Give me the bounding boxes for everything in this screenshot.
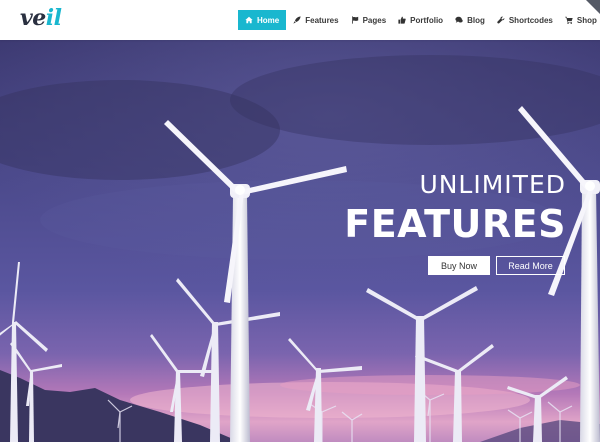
nav-item-portfolio[interactable]: Portfolio <box>392 10 449 30</box>
nav-item-pages[interactable]: Pages <box>345 10 393 30</box>
logo-text-accent: il <box>45 5 62 31</box>
flag-icon <box>351 16 359 24</box>
nav-label-blog: Blog <box>467 15 485 25</box>
main-nav: Home Features Pages Portfolio Blog Short… <box>238 10 600 30</box>
site-header: veil Home Features Pages Portfolio Blog … <box>0 0 600 40</box>
thumbs-up-icon <box>398 16 406 24</box>
nav-label-shop: Shop <box>576 15 597 25</box>
hero-title-line2: FEATURES <box>344 202 566 246</box>
corner-ribbon <box>586 0 600 14</box>
hero-buttons: Buy Now Read More <box>428 256 565 275</box>
rocket-icon <box>293 16 301 24</box>
nav-item-home[interactable]: Home <box>238 10 287 30</box>
hero-caption: UNLIMITED FEATURES <box>344 170 566 246</box>
cart-icon <box>565 16 573 24</box>
wrench-icon <box>497 16 505 24</box>
nav-label-pages: Pages <box>362 15 387 25</box>
nav-label-shortcodes: Shortcodes <box>508 15 553 25</box>
site-logo[interactable]: veil <box>20 5 62 31</box>
home-icon <box>245 16 253 24</box>
hero-title-line1: UNLIMITED <box>419 170 566 199</box>
nav-label-portfolio: Portfolio <box>410 15 444 25</box>
logo-text: ve <box>20 5 46 31</box>
nav-item-shortcodes[interactable]: Shortcodes <box>491 10 559 30</box>
nav-label-features: Features <box>305 15 339 25</box>
buy-now-button[interactable]: Buy Now <box>428 256 490 275</box>
nav-label-home: Home <box>257 15 280 25</box>
comments-icon <box>455 16 463 24</box>
nav-item-features[interactable]: Features <box>287 10 344 30</box>
hero-slider: UNLIMITED FEATURES Buy Now Read More <box>0 40 600 442</box>
nav-item-blog[interactable]: Blog <box>449 10 491 30</box>
read-more-button[interactable]: Read More <box>496 256 565 275</box>
